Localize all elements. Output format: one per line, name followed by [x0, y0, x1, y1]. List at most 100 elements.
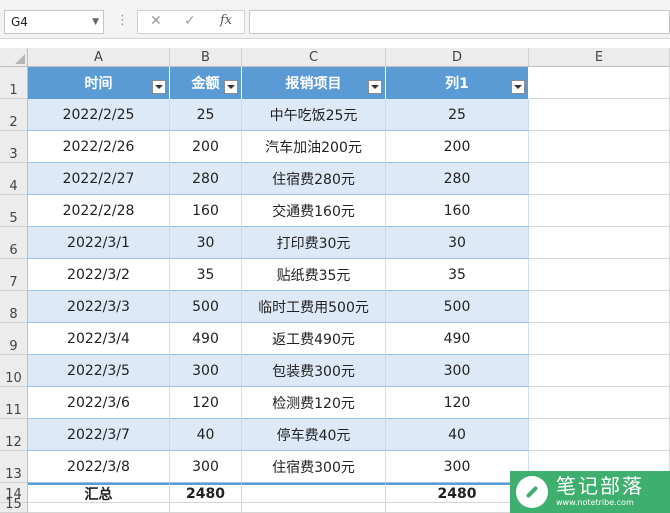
table-cell[interactable]: 300 [170, 451, 242, 483]
column-header-d[interactable]: D [386, 48, 529, 67]
cancel-icon[interactable]: ✕ [150, 13, 162, 29]
table-cell[interactable]: 临时工费用500元 [242, 291, 386, 323]
empty-cell[interactable] [28, 503, 170, 513]
row-header-5[interactable]: 5 [0, 195, 28, 227]
table-header-cell[interactable]: 报销项目 [242, 67, 386, 99]
table-cell[interactable]: 25 [170, 99, 242, 131]
row-header-1[interactable]: 1 [0, 67, 28, 99]
row-header-2[interactable]: 2 [0, 99, 28, 131]
table-cell[interactable]: 30 [170, 227, 242, 259]
empty-cell[interactable] [529, 259, 670, 291]
column-header-e[interactable]: E [529, 48, 670, 67]
table-cell[interactable]: 交通费160元 [242, 195, 386, 227]
empty-cell[interactable] [529, 195, 670, 227]
table-header-cell[interactable]: 列1 [386, 67, 529, 99]
column-header-a[interactable]: A [28, 48, 170, 67]
table-cell[interactable]: 贴纸费35元 [242, 259, 386, 291]
empty-cell[interactable] [529, 323, 670, 355]
table-cell[interactable]: 2022/3/1 [28, 227, 170, 259]
row-header-8[interactable]: 8 [0, 291, 28, 323]
column-header-b[interactable]: B [170, 48, 242, 67]
row-header-12[interactable]: 12 [0, 419, 28, 451]
formula-input[interactable] [249, 10, 670, 34]
table-cell[interactable]: 200 [170, 131, 242, 163]
table-cell[interactable]: 2022/3/5 [28, 355, 170, 387]
row-header-11[interactable]: 11 [0, 387, 28, 419]
empty-cell[interactable] [386, 503, 529, 513]
table-cell[interactable]: 160 [386, 195, 529, 227]
row-header-15[interactable]: 15 [0, 497, 28, 513]
empty-cell[interactable] [170, 503, 242, 513]
table-cell[interactable]: 2022/3/3 [28, 291, 170, 323]
row-header-7[interactable]: 7 [0, 259, 28, 291]
table-cell[interactable]: 住宿费300元 [242, 451, 386, 483]
table-cell[interactable]: 35 [386, 259, 529, 291]
table-cell[interactable]: 300 [386, 451, 529, 483]
filter-dropdown-icon[interactable] [511, 80, 525, 94]
filter-dropdown-icon[interactable] [368, 80, 382, 94]
table-cell[interactable]: 300 [170, 355, 242, 387]
table-cell[interactable]: 包装费300元 [242, 355, 386, 387]
total-cell[interactable]: 2480 [386, 483, 529, 503]
empty-cell[interactable] [242, 503, 386, 513]
table-cell[interactable]: 2022/3/7 [28, 419, 170, 451]
table-cell[interactable]: 2022/3/4 [28, 323, 170, 355]
table-cell[interactable]: 30 [386, 227, 529, 259]
chevron-down-icon[interactable]: ▼ [92, 11, 99, 33]
row-header-13[interactable]: 13 [0, 451, 28, 483]
empty-cell[interactable] [529, 67, 670, 99]
table-cell[interactable]: 停车费40元 [242, 419, 386, 451]
row-header-9[interactable]: 9 [0, 323, 28, 355]
table-cell[interactable]: 2022/2/25 [28, 99, 170, 131]
table-cell[interactable]: 490 [170, 323, 242, 355]
table-cell[interactable]: 2022/2/26 [28, 131, 170, 163]
table-header-cell[interactable]: 金额 [170, 67, 242, 99]
table-cell[interactable]: 490 [386, 323, 529, 355]
empty-cell[interactable] [529, 387, 670, 419]
total-cell[interactable]: 2480 [170, 483, 242, 503]
table-cell[interactable]: 返工费490元 [242, 323, 386, 355]
insert-function-icon[interactable]: fx [220, 13, 232, 28]
column-header-c[interactable]: C [242, 48, 386, 67]
empty-cell[interactable] [529, 163, 670, 195]
table-cell[interactable]: 检测费120元 [242, 387, 386, 419]
total-cell[interactable] [242, 483, 386, 503]
table-cell[interactable]: 120 [170, 387, 242, 419]
total-cell[interactable]: 汇总 [28, 483, 170, 503]
row-header-10[interactable]: 10 [0, 355, 28, 387]
table-cell[interactable]: 汽车加油200元 [242, 131, 386, 163]
table-cell[interactable]: 120 [386, 387, 529, 419]
empty-cell[interactable] [529, 291, 670, 323]
table-cell[interactable]: 25 [386, 99, 529, 131]
empty-cell[interactable] [529, 131, 670, 163]
table-cell[interactable]: 35 [170, 259, 242, 291]
table-cell[interactable]: 2022/3/8 [28, 451, 170, 483]
name-box[interactable]: G4 ▼ [4, 10, 104, 34]
row-header-3[interactable]: 3 [0, 131, 28, 163]
table-cell[interactable]: 2022/3/2 [28, 259, 170, 291]
table-cell[interactable]: 中午吃饭25元 [242, 99, 386, 131]
table-cell[interactable]: 500 [386, 291, 529, 323]
empty-cell[interactable] [529, 355, 670, 387]
table-header-cell[interactable]: 时间 [28, 67, 170, 99]
table-cell[interactable]: 40 [170, 419, 242, 451]
empty-cell[interactable] [529, 99, 670, 131]
more-icon[interactable]: ⋮ [116, 13, 129, 28]
enter-icon[interactable]: ✓ [184, 13, 196, 29]
empty-cell[interactable] [529, 227, 670, 259]
table-cell[interactable]: 300 [386, 355, 529, 387]
table-cell[interactable]: 200 [386, 131, 529, 163]
table-cell[interactable]: 160 [170, 195, 242, 227]
table-cell[interactable]: 打印费30元 [242, 227, 386, 259]
table-cell[interactable]: 2022/3/6 [28, 387, 170, 419]
table-cell[interactable]: 40 [386, 419, 529, 451]
select-all-corner[interactable] [0, 48, 28, 67]
table-cell[interactable]: 2022/2/28 [28, 195, 170, 227]
filter-dropdown-icon[interactable] [152, 80, 166, 94]
table-cell[interactable]: 280 [386, 163, 529, 195]
table-cell[interactable]: 500 [170, 291, 242, 323]
row-header-6[interactable]: 6 [0, 227, 28, 259]
empty-cell[interactable] [529, 419, 670, 451]
table-cell[interactable]: 住宿费280元 [242, 163, 386, 195]
filter-dropdown-icon[interactable] [224, 80, 238, 94]
